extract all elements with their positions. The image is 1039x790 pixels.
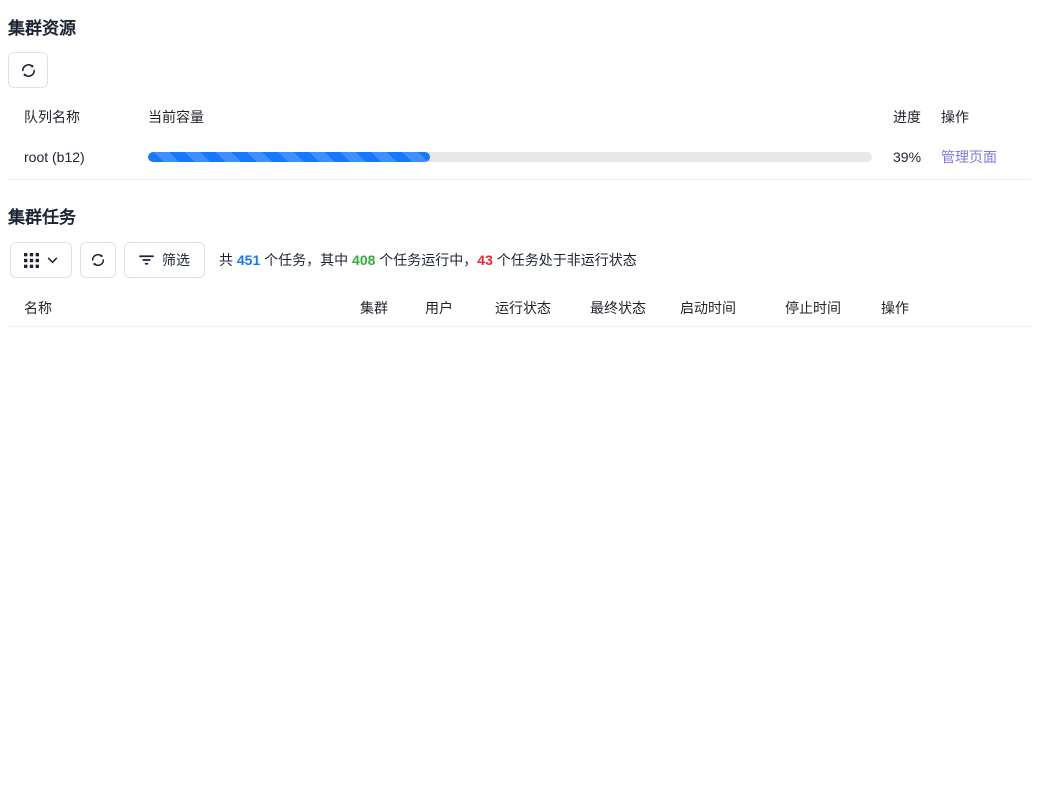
tasks-table: 名称 集群 用户 运行状态 最终状态 启动时间 停止时间 操作 [8,290,1031,327]
resources-table: 队列名称 当前容量 进度 操作 root (b12) 39% 管理页面 [8,100,1031,180]
summary-text: 个任务，其中 [260,252,352,268]
col-current-capacity: 当前容量 [148,107,893,127]
summary-text: 个任务处于非运行状态 [493,252,637,268]
col-stop-time: 停止时间 [785,298,841,318]
filter-icon [139,254,154,266]
filter-button-label: 筛选 [162,250,190,270]
manage-page-link[interactable]: 管理页面 [941,149,997,165]
resources-header-row: 队列名称 当前容量 进度 操作 [8,100,1031,134]
col-task-action: 操作 [881,298,909,318]
col-cluster: 集群 [360,298,388,318]
summary-text: 共 [219,252,237,268]
progress-track [148,152,872,162]
cluster-resources-title: 集群资源 [8,14,1031,39]
col-progress: 进度 [893,107,941,127]
capacity-cell [148,152,893,162]
tasks-summary: 共 451 个任务，其中 408 个任务运行中，43 个任务处于非运行状态 [219,250,637,270]
filter-button[interactable]: 筛选 [124,242,205,278]
nonrunning-count: 43 [477,252,493,268]
col-resource-action: 操作 [941,107,1031,127]
col-name: 名称 [24,298,52,318]
tasks-header-row: 名称 集群 用户 运行状态 最终状态 启动时间 停止时间 操作 [8,290,1031,327]
resources-refresh-button[interactable] [8,52,48,88]
refresh-icon [20,62,37,79]
total-count: 451 [237,252,260,268]
col-final-status: 最终状态 [590,298,646,318]
cluster-tasks-title: 集群任务 [8,203,1031,228]
chevron-down-icon [47,257,58,264]
col-user: 用户 [425,298,453,318]
col-start-time: 启动时间 [680,298,736,318]
running-count: 408 [352,252,375,268]
col-run-status: 运行状态 [495,298,551,318]
tasks-refresh-button[interactable] [80,242,116,278]
summary-text: 个任务运行中， [375,252,477,268]
grid-icon [24,253,39,268]
page: 集群资源 队列名称 当前容量 进度 操作 root (b12) 39% 管理页面 [0,0,1039,338]
progress-bar [148,152,430,162]
progress-value: 39% [893,149,941,165]
resource-row: root (b12) 39% 管理页面 [8,134,1031,180]
refresh-icon [90,252,106,268]
queue-name: root (b12) [8,149,148,165]
tasks-toolbar: 筛选 共 451 个任务，其中 408 个任务运行中，43 个任务处于非运行状态 [10,242,1031,278]
column-settings-button[interactable] [10,242,72,278]
col-queue-name: 队列名称 [8,107,148,127]
